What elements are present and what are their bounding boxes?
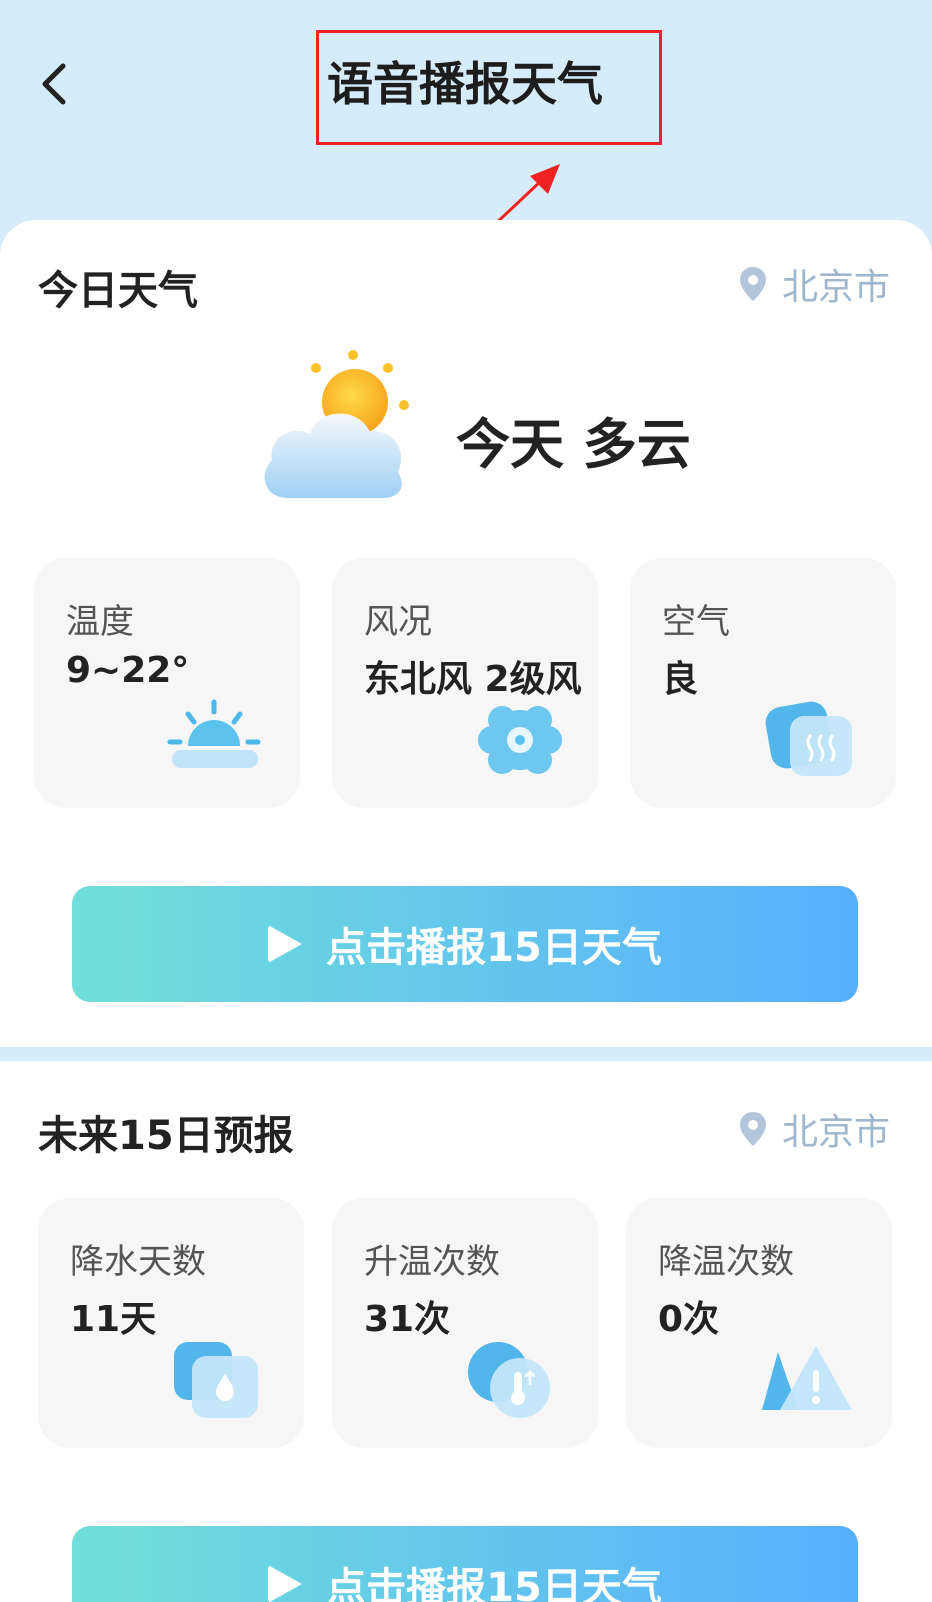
location-label: 北京市 [781, 267, 890, 308]
chevron-left-icon [42, 63, 66, 105]
tile-value: 9~22° [66, 650, 190, 691]
wind-tile: 风况 东北风 2级风 [332, 558, 598, 808]
temp-rise-tile: 升温次数 31次 [332, 1198, 598, 1448]
forecast-section-title: 未来15日预报 [38, 1113, 294, 1159]
today-section-title: 今日天气 [38, 268, 198, 314]
play-15-day-button-2[interactable]: 点击播报15日天气 [72, 1526, 858, 1602]
air-icon [765, 701, 852, 776]
tile-label: 空气 [662, 602, 730, 642]
tile-label: 升温次数 [364, 1242, 500, 1282]
tile-value: 0次 [658, 1299, 720, 1340]
temperature-tile: 温度 9~22° [34, 558, 300, 808]
play-15-day-button[interactable]: 点击播报15日天气 [72, 886, 858, 1002]
tile-label: 降水天数 [70, 1242, 206, 1282]
sunrise-icon [167, 699, 261, 768]
temp-drop-tile: 降温次数 0次 [626, 1198, 892, 1448]
rain-days-tile: 降水天数 11天 [38, 1198, 304, 1448]
play-button-label: 点击播报15日天气 [326, 925, 662, 971]
back-button[interactable] [34, 60, 74, 108]
forecast-location[interactable]: 北京市 [738, 1103, 890, 1155]
tile-label: 风况 [364, 602, 432, 642]
wind-icon [478, 706, 562, 774]
tile-label: 降温次数 [658, 1242, 794, 1282]
tile-value: 良 [662, 659, 699, 700]
today-condition: 今天 多云 [258, 350, 691, 510]
thermometer-up-icon [468, 1342, 550, 1418]
condition-text: 今天 多云 [456, 413, 691, 476]
play-icon [268, 1565, 303, 1602]
air-tile: 空气 良 [630, 558, 896, 808]
location-pin-icon [739, 1112, 766, 1146]
today-location[interactable]: 北京市 [738, 258, 890, 310]
tile-value: 11天 [70, 1299, 157, 1340]
tile-label: 温度 [66, 602, 134, 642]
tile-value: 东北风 2级风 [364, 659, 582, 700]
location-pin-icon [739, 267, 766, 301]
play-icon [268, 925, 303, 963]
warning-icon [762, 1346, 852, 1410]
partly-cloudy-icon [264, 350, 409, 498]
play-button-label: 点击播报15日天气 [326, 1565, 662, 1602]
annotation-highlight-box [316, 30, 662, 145]
raindrop-icon [174, 1342, 258, 1418]
location-label: 北京市 [781, 1112, 890, 1153]
tile-value: 31次 [364, 1299, 451, 1340]
